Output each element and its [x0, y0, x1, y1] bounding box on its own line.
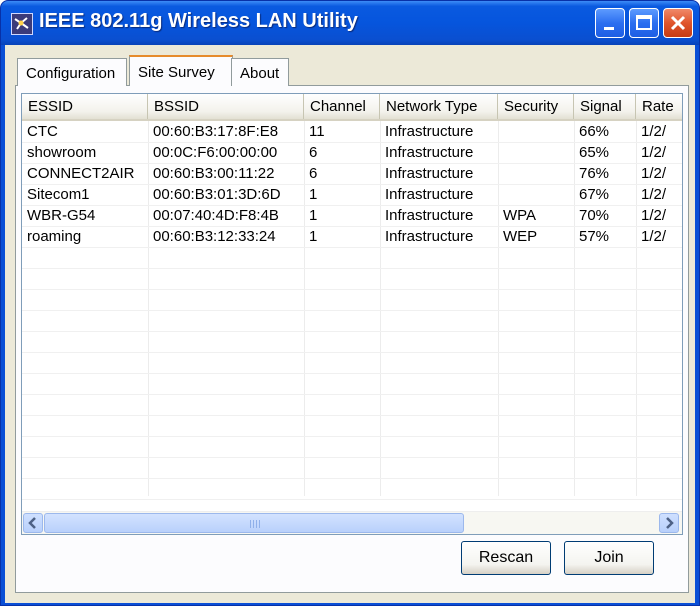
- cell-essid: CTC: [27, 123, 58, 140]
- empty-row: [22, 415, 682, 437]
- close-icon: [670, 15, 686, 31]
- arrow-left-icon: [28, 517, 36, 529]
- client-area: Configuration Site Survey About ESSID BS…: [5, 45, 695, 603]
- join-button[interactable]: Join: [564, 541, 654, 575]
- cell-bssid: 00:07:40:4D:F8:4B: [153, 207, 279, 224]
- table-row[interactable]: WBR-G54 00:07:40:4D:F8:4B 1 Infrastructu…: [22, 205, 682, 227]
- network-list[interactable]: ESSID BSSID Channel Network Type Securit…: [21, 93, 683, 535]
- tab-configuration[interactable]: Configuration: [17, 58, 127, 86]
- cell-network-type: Infrastructure: [385, 186, 474, 203]
- cell-essid: roaming: [27, 228, 82, 245]
- empty-row: [22, 247, 682, 269]
- column-header-essid[interactable]: ESSID: [22, 94, 148, 119]
- table-row[interactable]: showroom 00:0C:F6:00:00:00 6 Infrastruct…: [22, 142, 682, 164]
- cell-network-type: Infrastructure: [385, 123, 474, 140]
- cell-bssid: 00:60:B3:00:11:22: [153, 165, 275, 182]
- table-row[interactable]: Sitecom1 00:60:B3:01:3D:6D 1 Infrastruct…: [22, 184, 682, 206]
- column-header-channel[interactable]: Channel: [304, 94, 380, 119]
- table-row[interactable]: roaming 00:60:B3:12:33:24 1 Infrastructu…: [22, 226, 682, 248]
- app-window: IEEE 802.11g Wireless LAN Utility Config…: [0, 0, 700, 606]
- cell-rate: 1/2/: [641, 165, 667, 182]
- cell-security: [498, 184, 574, 205]
- empty-row: [22, 457, 682, 479]
- cell-bssid: 00:60:B3:17:8F:E8: [153, 123, 279, 140]
- empty-row: [22, 478, 682, 500]
- arrow-right-icon: [666, 517, 674, 529]
- close-button[interactable]: [663, 8, 693, 38]
- horizontal-scrollbar[interactable]: [22, 511, 682, 534]
- column-header-signal[interactable]: Signal: [574, 94, 636, 119]
- cell-signal: 65%: [579, 144, 610, 161]
- cell-essid: showroom: [27, 144, 97, 161]
- empty-row: [22, 436, 682, 458]
- maximize-button[interactable]: [629, 8, 659, 38]
- cell-rate: 1/2/: [641, 207, 667, 224]
- cell-channel: 6: [309, 165, 318, 182]
- maximize-icon: [636, 15, 652, 30]
- grip-icon: [250, 520, 260, 528]
- cell-network-type: Infrastructure: [385, 165, 474, 182]
- empty-row: [22, 268, 682, 290]
- cell-network-type: Infrastructure: [385, 207, 474, 224]
- list-header: ESSID BSSID Channel Network Type Securit…: [22, 94, 682, 121]
- cell-channel: 11: [309, 123, 325, 140]
- cell-security: [498, 142, 574, 163]
- cell-signal: 70%: [579, 207, 610, 224]
- minimize-button[interactable]: [595, 8, 625, 38]
- cell-signal: 66%: [579, 123, 610, 140]
- empty-row: [22, 310, 682, 332]
- column-header-network-type[interactable]: Network Type: [380, 94, 498, 119]
- cell-signal: 57%: [579, 228, 610, 245]
- cell-bssid: 00:0C:F6:00:00:00: [153, 144, 278, 161]
- cell-network-type: Infrastructure: [385, 144, 474, 161]
- column-header-bssid[interactable]: BSSID: [148, 94, 304, 119]
- cell-security: WPA: [503, 207, 537, 224]
- cell-channel: 1: [309, 228, 318, 245]
- cell-bssid: 00:60:B3:12:33:24: [153, 228, 276, 245]
- cell-essid: Sitecom1: [27, 186, 90, 203]
- network-icon[interactable]: [11, 13, 33, 35]
- empty-row: [22, 289, 682, 311]
- cell-channel: 1: [309, 207, 318, 224]
- minimize-icon: [604, 27, 614, 30]
- tab-about[interactable]: About: [231, 58, 289, 86]
- scroll-left-button[interactable]: [23, 513, 43, 533]
- title-bar[interactable]: IEEE 802.11g Wireless LAN Utility: [1, 1, 699, 45]
- table-row[interactable]: CONNECT2AIR 00:60:B3:00:11:22 6 Infrastr…: [22, 163, 682, 185]
- cell-essid: WBR-G54: [27, 207, 96, 224]
- cell-channel: 1: [309, 186, 318, 203]
- empty-row: [22, 331, 682, 353]
- empty-row: [22, 394, 682, 416]
- window-title: IEEE 802.11g Wireless LAN Utility: [39, 10, 358, 32]
- cell-channel: 6: [309, 144, 318, 161]
- cell-network-type: Infrastructure: [385, 228, 474, 245]
- cell-signal: 67%: [579, 186, 610, 203]
- cell-security: [498, 163, 574, 184]
- scroll-thumb[interactable]: [44, 513, 464, 533]
- scroll-right-button[interactable]: [659, 513, 679, 533]
- tab-site-survey[interactable]: Site Survey: [129, 55, 233, 86]
- cell-security: WEP: [503, 228, 538, 245]
- cell-signal: 76%: [579, 165, 610, 182]
- cell-essid: CONNECT2AIR: [27, 165, 135, 182]
- empty-row: [22, 373, 682, 395]
- column-header-security[interactable]: Security: [498, 94, 574, 119]
- rescan-button[interactable]: Rescan: [461, 541, 551, 575]
- cell-rate: 1/2/: [641, 123, 667, 140]
- cell-rate: 1/2/: [641, 144, 667, 161]
- cell-rate: 1/2/: [641, 228, 667, 245]
- cell-rate: 1/2/: [641, 186, 667, 203]
- cell-security: [498, 121, 574, 142]
- cell-bssid: 00:60:B3:01:3D:6D: [153, 186, 281, 203]
- table-row[interactable]: CTC 00:60:B3:17:8F:E8 11 Infrastructure …: [22, 121, 682, 143]
- column-header-rate[interactable]: Rate: [636, 94, 682, 119]
- empty-row: [22, 352, 682, 374]
